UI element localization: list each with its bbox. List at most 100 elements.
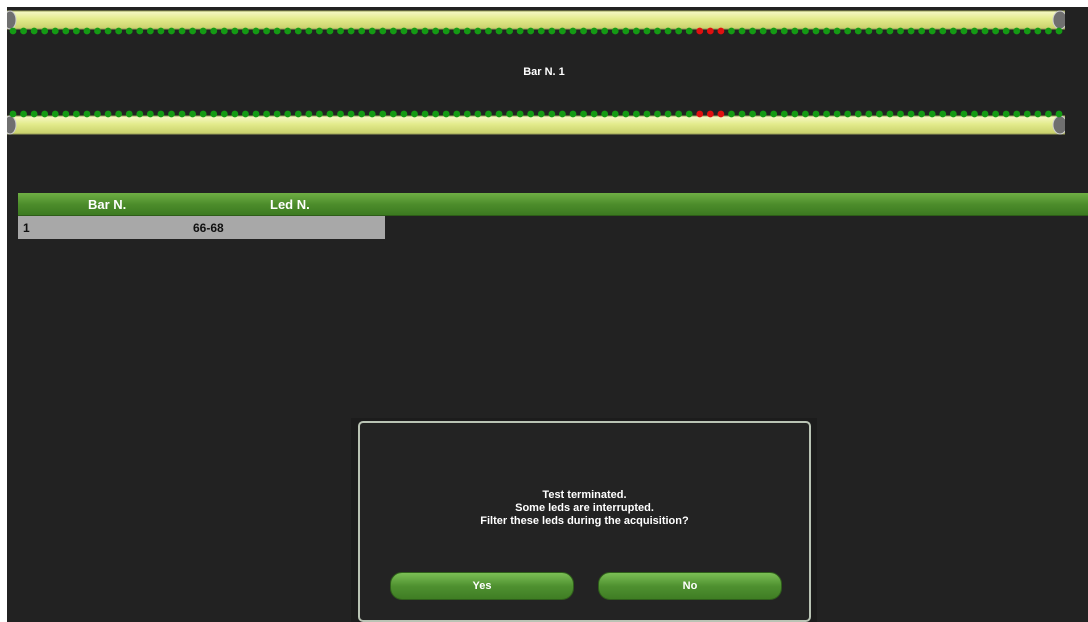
led bbox=[1055, 110, 1063, 118]
led bbox=[358, 27, 366, 35]
led bbox=[527, 27, 535, 35]
led bbox=[749, 110, 756, 118]
led bbox=[368, 27, 376, 35]
led bbox=[62, 27, 70, 35]
yes-button[interactable]: Yes bbox=[390, 572, 574, 600]
led bbox=[442, 27, 450, 35]
led bbox=[759, 110, 767, 118]
led bbox=[485, 110, 492, 118]
led bbox=[886, 27, 894, 35]
led bbox=[157, 27, 165, 35]
led bbox=[220, 110, 228, 118]
led bbox=[833, 27, 841, 35]
led bbox=[220, 27, 228, 35]
led bbox=[1002, 110, 1010, 118]
led bbox=[94, 27, 101, 35]
led bbox=[463, 110, 471, 118]
led bbox=[411, 110, 418, 118]
led bbox=[474, 27, 482, 35]
dialog-message-line-3: Filter these leds during the acquisition… bbox=[480, 515, 689, 527]
led bbox=[146, 27, 154, 35]
led bbox=[886, 110, 894, 118]
led bbox=[136, 110, 144, 118]
led-strip-top bbox=[7, 10, 1065, 35]
led bbox=[580, 110, 587, 118]
led bbox=[83, 110, 91, 118]
led bbox=[622, 27, 630, 35]
led bbox=[601, 27, 609, 35]
tube-cap-right bbox=[1052, 115, 1065, 135]
led bbox=[875, 27, 883, 35]
led bbox=[685, 110, 693, 118]
led bbox=[178, 110, 186, 118]
led bbox=[918, 27, 926, 35]
led bbox=[94, 110, 101, 118]
led bbox=[1002, 27, 1010, 35]
led bbox=[189, 27, 197, 35]
confirm-dialog: Test terminated. Some leds are interrupt… bbox=[351, 418, 817, 622]
led bbox=[337, 27, 344, 35]
led bbox=[928, 27, 936, 35]
led bbox=[865, 27, 873, 35]
led bbox=[939, 110, 947, 118]
led bbox=[833, 110, 841, 118]
led bbox=[389, 27, 397, 35]
led bbox=[41, 27, 49, 35]
led bbox=[242, 27, 249, 35]
led bbox=[622, 110, 630, 118]
led bbox=[548, 27, 556, 35]
led bbox=[294, 110, 302, 118]
led bbox=[83, 27, 91, 35]
led bbox=[146, 110, 154, 118]
led-interrupted bbox=[717, 110, 725, 118]
led bbox=[1034, 110, 1042, 118]
led bbox=[337, 110, 344, 118]
led bbox=[537, 27, 545, 35]
led bbox=[791, 110, 799, 118]
led bbox=[728, 27, 735, 35]
led bbox=[316, 27, 323, 35]
led bbox=[812, 110, 820, 118]
led bbox=[875, 110, 883, 118]
led bbox=[791, 27, 799, 35]
table-row[interactable]: 1 66-68 bbox=[18, 216, 385, 239]
led bbox=[474, 110, 482, 118]
led bbox=[611, 110, 619, 118]
led-interrupted bbox=[696, 110, 704, 118]
led bbox=[664, 110, 672, 118]
led bbox=[210, 27, 218, 35]
column-header-led: Led N. bbox=[270, 197, 310, 212]
led bbox=[263, 27, 270, 35]
led bbox=[1034, 27, 1042, 35]
led bbox=[495, 110, 503, 118]
led bbox=[231, 27, 239, 35]
led bbox=[294, 27, 302, 35]
led bbox=[802, 110, 809, 118]
led bbox=[1023, 110, 1031, 118]
no-button[interactable]: No bbox=[598, 572, 782, 600]
led bbox=[897, 110, 904, 118]
led bbox=[20, 110, 27, 118]
led bbox=[506, 27, 513, 35]
led bbox=[971, 110, 978, 118]
led bbox=[559, 27, 566, 35]
dialog-message-line-1: Test terminated. bbox=[542, 489, 627, 501]
led-interrupted bbox=[696, 27, 704, 35]
led bbox=[590, 27, 598, 35]
led bbox=[199, 27, 207, 35]
led bbox=[675, 27, 683, 35]
window-frame-left bbox=[0, 0, 7, 622]
led bbox=[770, 110, 778, 118]
led bbox=[273, 27, 281, 35]
led bbox=[136, 27, 144, 35]
led bbox=[421, 110, 429, 118]
led bbox=[104, 110, 112, 118]
led bbox=[949, 110, 957, 118]
led bbox=[263, 110, 270, 118]
led bbox=[654, 27, 661, 35]
led bbox=[326, 110, 334, 118]
led bbox=[738, 110, 746, 118]
led-tube bbox=[7, 115, 1065, 135]
led bbox=[643, 27, 651, 35]
cell-led-range: 66-68 bbox=[193, 221, 224, 235]
